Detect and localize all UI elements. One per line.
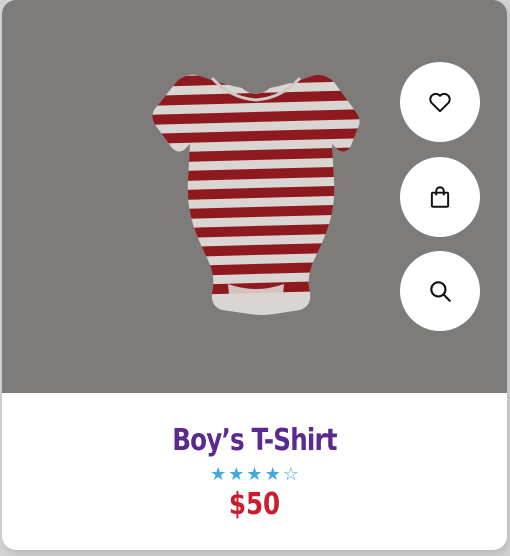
product-card: Boy’s T-Shirt ★ ★ ★ ★ ☆ $50 [2, 0, 507, 550]
search-icon [430, 281, 451, 302]
product-price: $50 [228, 487, 281, 522]
star-filled-icon: ★ [264, 464, 281, 485]
star-empty-icon: ☆ [282, 464, 299, 485]
heart-icon [429, 92, 451, 113]
product-title[interactable]: Boy’s T-Shirt [47, 423, 461, 459]
star-filled-icon: ★ [228, 464, 245, 485]
shopping-bag-icon [430, 186, 450, 208]
product-image-area[interactable] [2, 0, 507, 393]
product-info: Boy’s T-Shirt ★ ★ ★ ★ ☆ $50 [2, 393, 507, 550]
star-filled-icon: ★ [246, 464, 263, 485]
wishlist-button[interactable] [400, 62, 480, 142]
rating-stars: ★ ★ ★ ★ ☆ [2, 465, 507, 485]
star-filled-icon: ★ [210, 464, 227, 485]
product-image[interactable] [150, 70, 362, 316]
quick-view-button[interactable] [400, 251, 480, 331]
add-to-cart-button[interactable] [400, 157, 480, 237]
